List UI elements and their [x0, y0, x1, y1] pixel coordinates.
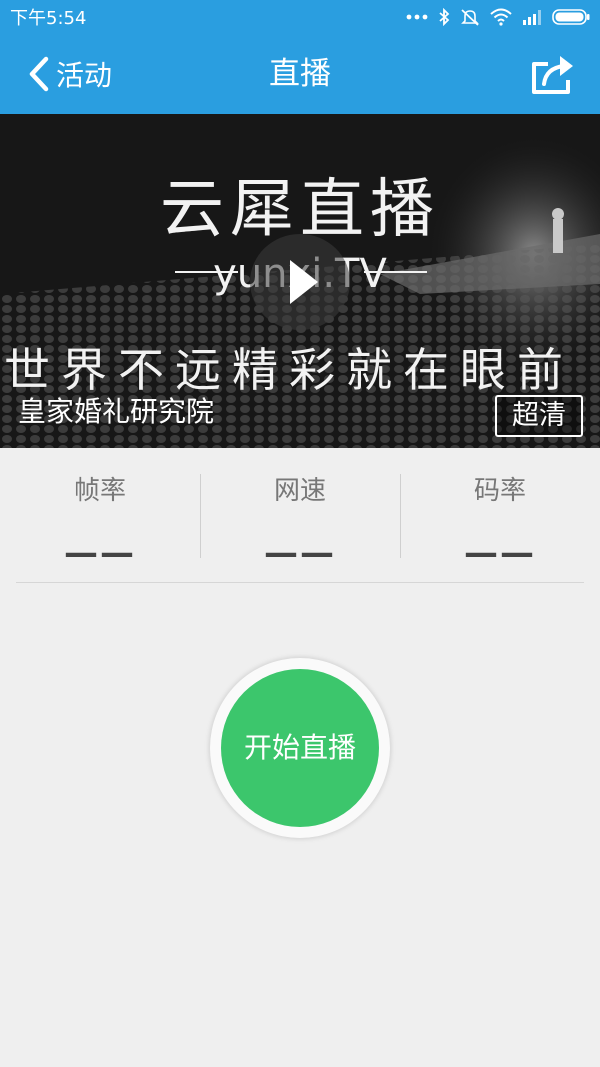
status-bar: 下午5:54 — [0, 0, 600, 34]
stat-bitrate: 码率 —— — [400, 448, 600, 573]
status-icons — [406, 8, 590, 26]
stat-value: —— — [64, 533, 136, 573]
signal-icon — [523, 10, 541, 25]
more-dots-icon — [406, 14, 428, 20]
page-title: 直播 — [269, 56, 331, 92]
bluetooth-icon — [439, 8, 450, 26]
wifi-icon — [490, 8, 512, 26]
banner-slogan: 世界不远精彩就在眼前 — [4, 343, 574, 397]
stat-frame-rate: 帧率 —— — [0, 448, 200, 573]
stat-value: —— — [464, 533, 536, 573]
start-live-button[interactable]: 开始直播 — [221, 669, 379, 827]
video-player[interactable]: 云犀直播 yunxi.TV 世界不远精彩就在眼前 皇家婚礼研究院 超清 — [0, 114, 600, 448]
status-time: 下午5:54 — [10, 8, 87, 29]
video-caption: 皇家婚礼研究院 — [18, 395, 215, 428]
stat-label: 帧率 — [73, 476, 126, 506]
stat-label: 码率 — [473, 476, 526, 506]
battery-icon — [552, 9, 590, 25]
divider — [16, 582, 584, 583]
stat-network-speed: 网速 —— — [200, 448, 400, 573]
play-icon — [290, 260, 318, 304]
share-icon — [532, 56, 573, 94]
mute-icon — [461, 9, 479, 26]
nav-bar: 活动 直播 — [0, 34, 600, 114]
play-button[interactable] — [250, 234, 350, 330]
quality-button[interactable]: 超清 — [495, 395, 583, 437]
stat-value: —— — [264, 533, 336, 573]
stat-label: 网速 — [273, 476, 326, 506]
share-button[interactable] — [530, 52, 576, 96]
stats-row: 帧率 —— 网速 —— 码率 —— — [0, 448, 600, 573]
